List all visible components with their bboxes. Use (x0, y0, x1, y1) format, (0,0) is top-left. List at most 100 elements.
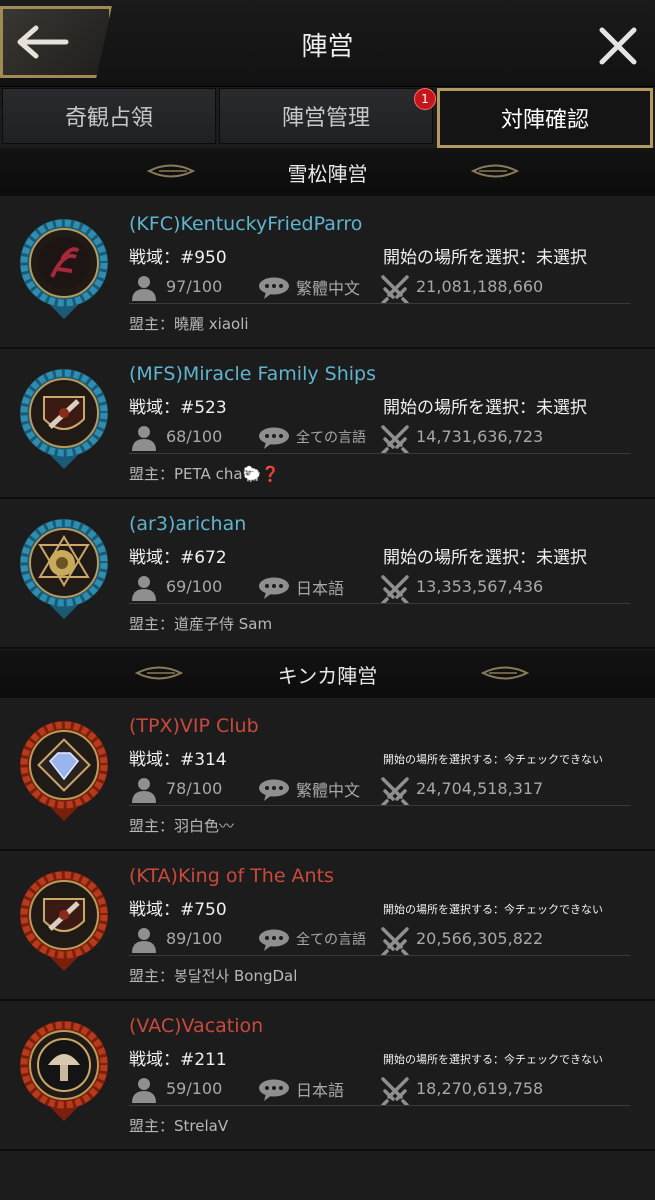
faction-header-2: キンカ陣営 (0, 650, 655, 698)
member-count: 89/100 (166, 929, 223, 948)
server-info: 戦域：#672 (129, 543, 227, 568)
alliance-name: (VAC)Vacation (129, 1015, 264, 1037)
alliance-power: 21,081,188,660 (416, 277, 544, 296)
alliance-name: (TPX)VIP Club (129, 715, 259, 737)
person-icon (130, 275, 158, 305)
leader-prefix: 盟主： (129, 1117, 175, 1135)
alliance-language: 日本語 (296, 1081, 345, 1100)
leader-prefix: 盟主： (129, 615, 175, 633)
alliance-power: 18,270,619,758 (416, 1079, 544, 1098)
alliance-language: 全ての言語 (296, 932, 366, 948)
person-icon (130, 1077, 158, 1107)
leader-prefix: 盟主： (129, 967, 175, 985)
alliance-row[interactable]: (ar3)arichan 戦域：#672 開始の場所を選択：未選択 69/100 日本語… (0, 497, 655, 649)
divider (129, 453, 630, 454)
leader-name: 羽白色〰 (174, 817, 235, 835)
speech-bubble-icon (258, 577, 290, 603)
person-icon (130, 425, 158, 455)
server-number: #211 (180, 1050, 227, 1070)
start-location-status: 開始の場所を選択：未選択 (383, 248, 587, 268)
notification-badge: 1 (414, 88, 436, 110)
speech-bubble-icon (258, 277, 290, 303)
faction-name: 雪松陣営 (287, 161, 368, 186)
alliance-row[interactable]: (VAC)Vacation 戦域：#211 開始の場所を選択する：今チェックできない… (0, 999, 655, 1151)
member-count: 97/100 (166, 277, 223, 296)
server-prefix: 戦域： (129, 398, 180, 418)
tab-bar: 奇観占領 陣営管理 対陣確認 (0, 86, 655, 148)
server-number: #750 (180, 900, 227, 920)
alliance-power: 24,704,518,317 (416, 779, 544, 798)
divider (129, 955, 630, 956)
crossed-swords-icon (379, 423, 411, 457)
alliance-power: 14,731,636,723 (416, 427, 544, 446)
server-info: 戦域：#211 (129, 1045, 227, 1070)
leader-name: PETA cha🐑❓ (174, 465, 280, 483)
start-location-status: 開始の場所を選択：未選択 (383, 548, 587, 568)
alliance-row[interactable]: (KTA)King of The Ants 戦域：#750 開始の場所を選択する：今… (0, 849, 655, 1001)
leader-name: 曉麗 xiaoli (174, 315, 249, 333)
header-bar: 陣営 (0, 0, 655, 87)
leader-name: 道産子侍 Sam (174, 615, 273, 633)
mushroom-emblem (20, 1021, 108, 1121)
server-prefix: 戦域： (129, 900, 180, 920)
start-location-status: 開始の場所を選択する：今チェックできない (383, 903, 603, 916)
leader-info: 盟主：曉麗 xiaoli (129, 313, 249, 334)
person-icon (130, 575, 158, 605)
leader-info: 盟主：羽白色〰 (129, 815, 234, 836)
speech-bubble-icon (258, 427, 290, 453)
server-info: 戦域：#950 (129, 243, 227, 268)
member-count: 68/100 (166, 427, 223, 446)
laurel-ornament-icon (135, 666, 183, 680)
speech-bubble-icon (258, 779, 290, 805)
leader-info: 盟主：PETA cha🐑❓ (129, 463, 280, 484)
alliance-row[interactable]: (TPX)VIP Club 戦域：#314 開始の場所を選択する：今チェックできない… (0, 699, 655, 851)
tab-wonder-occupation[interactable]: 奇観占領 (2, 88, 216, 144)
alliance-language: 繁體中文 (296, 781, 361, 800)
alliance-name: (ar3)arichan (129, 513, 247, 535)
leader-info: 盟主：道産子侍 Sam (129, 613, 272, 634)
server-prefix: 戦域： (129, 750, 180, 770)
leader-name: StrelaV (174, 1117, 229, 1135)
member-count: 69/100 (166, 577, 223, 596)
alliance-name: (KFC)KentuckyFriedParro (129, 213, 363, 235)
start-location-status: 開始の場所を選択：未選択 (383, 398, 587, 418)
leader-prefix: 盟主： (129, 465, 175, 483)
server-number: #523 (180, 398, 227, 418)
divider (129, 805, 630, 806)
snail-emblem (20, 519, 108, 619)
alliance-row[interactable]: (MFS)Miracle Family Ships 戦域：#523 開始の場所を選択… (0, 347, 655, 499)
tab-matchup-check[interactable]: 対陣確認 (437, 88, 653, 148)
divider (129, 303, 630, 304)
alliance-name: (MFS)Miracle Family Ships (129, 363, 376, 385)
crossed-swords-icon (379, 573, 411, 607)
server-number: #950 (180, 248, 227, 268)
person-icon (130, 777, 158, 807)
crossed-swords-icon (379, 1075, 411, 1109)
ant-shield-emblem (20, 369, 108, 469)
faction-name: キンカ陣営 (277, 663, 378, 688)
crossed-swords-icon (379, 925, 411, 959)
server-info: 戦域：#314 (129, 745, 227, 770)
server-prefix: 戦域： (129, 548, 180, 568)
tab-faction-management[interactable]: 陣営管理 (219, 88, 433, 144)
server-info: 戦域：#750 (129, 895, 227, 920)
crossed-swords-icon (379, 775, 411, 809)
server-number: #314 (180, 750, 227, 770)
close-icon[interactable] (596, 24, 640, 68)
start-location-status: 開始の場所を選択する：今チェックできない (383, 1053, 603, 1066)
diamond-emblem (20, 721, 108, 821)
leader-info: 盟主：봉달전사 BongDal (129, 965, 297, 986)
divider (129, 603, 630, 604)
alliance-language: 繁體中文 (296, 279, 361, 298)
alliance-name: (KTA)King of The Ants (129, 865, 334, 887)
crossed-swords-icon (379, 273, 411, 307)
leader-prefix: 盟主： (129, 315, 175, 333)
laurel-ornament-icon (481, 666, 529, 680)
member-count: 59/100 (166, 1079, 223, 1098)
alliance-row[interactable]: (KFC)KentuckyFriedParro 戦域：#950 開始の場所を選択：未… (0, 197, 655, 349)
server-prefix: 戦域： (129, 248, 180, 268)
faction-header-1: 雪松陣営 (0, 148, 655, 196)
speech-bubble-icon (258, 1079, 290, 1105)
server-number: #672 (180, 548, 227, 568)
start-location-status: 開始の場所を選択する：今チェックできない (383, 753, 603, 766)
